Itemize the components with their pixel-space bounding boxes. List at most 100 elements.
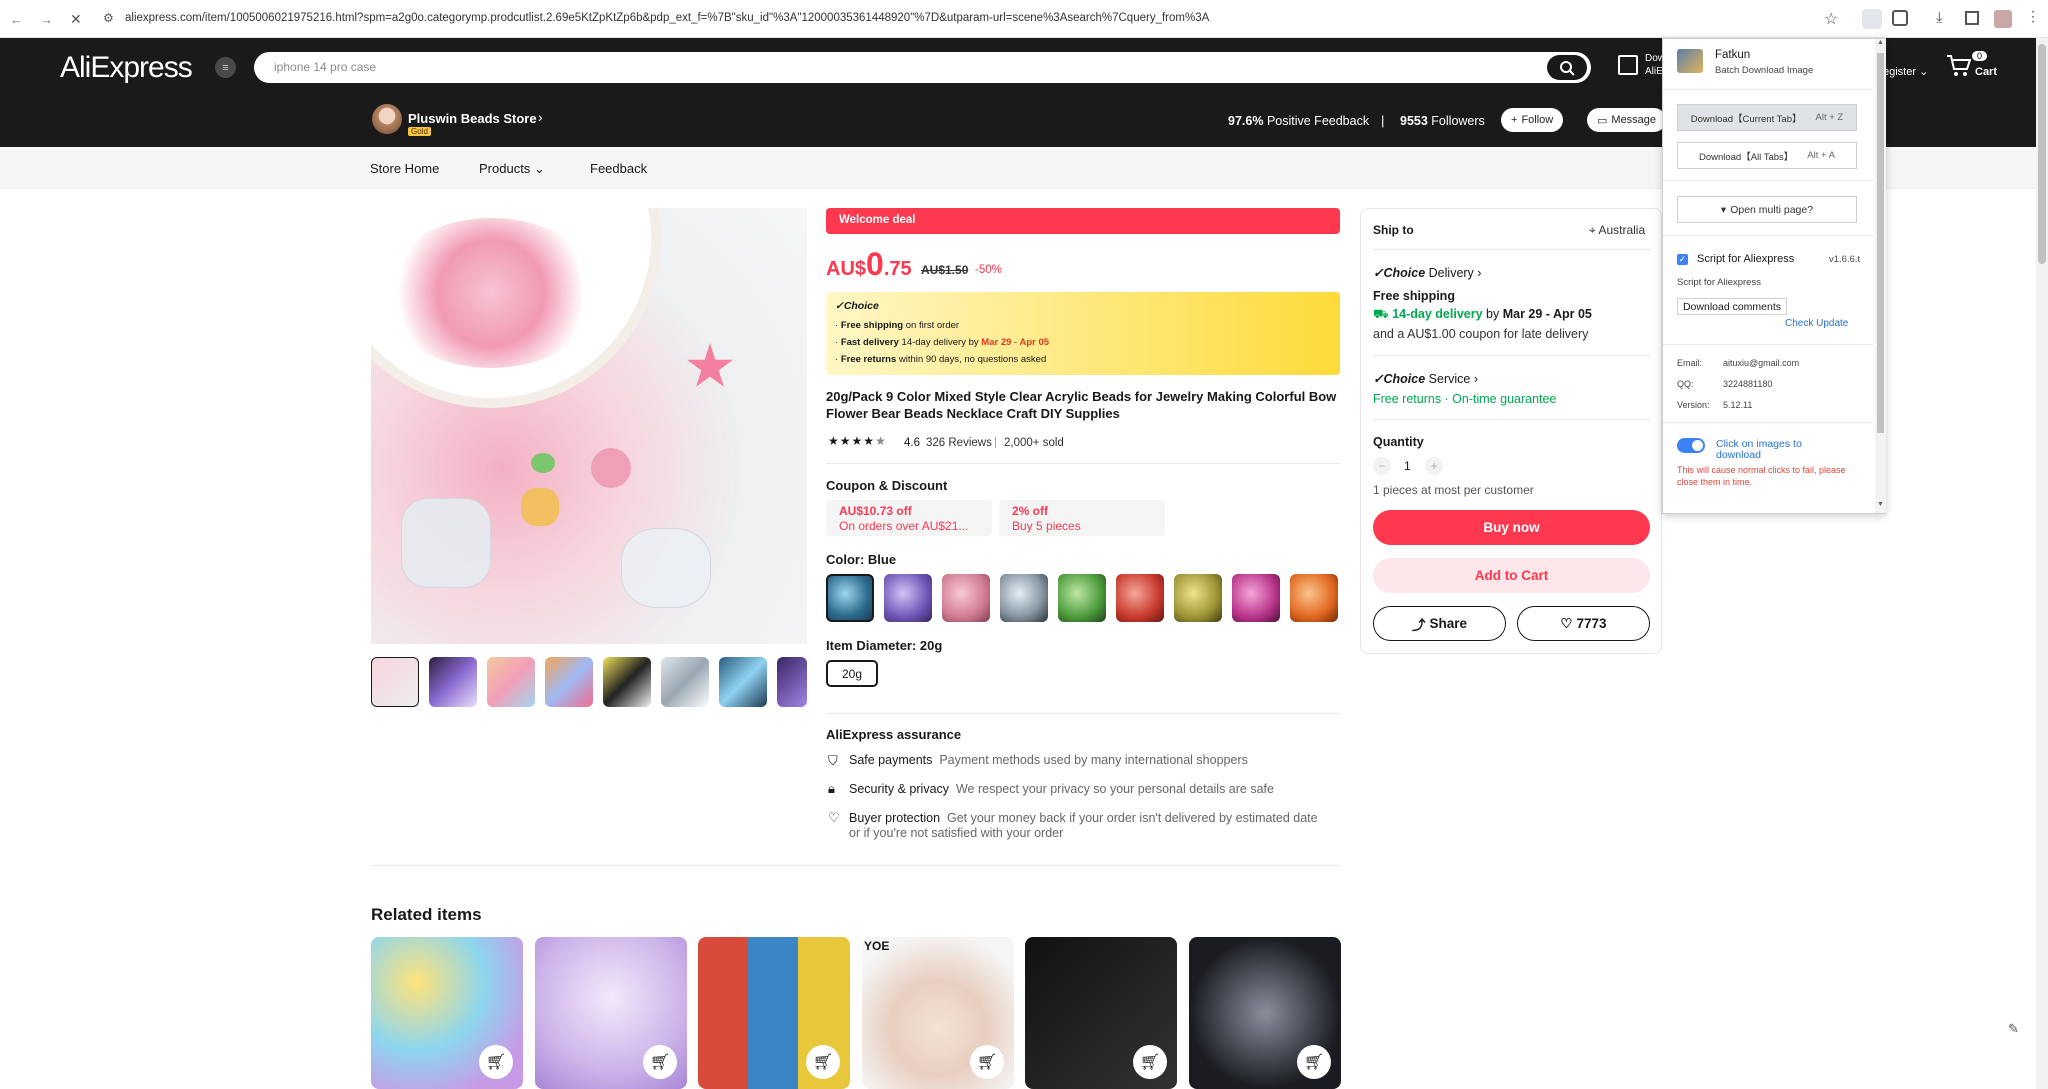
reviews-link[interactable]: 326 Reviews — [926, 437, 992, 449]
color-swatch-red[interactable] — [1116, 574, 1164, 622]
thumbnail-2[interactable] — [429, 657, 477, 707]
nav-store-home[interactable]: Store Home — [370, 161, 439, 176]
qr-code-icon[interactable] — [1618, 55, 1638, 75]
divider — [1373, 419, 1651, 420]
color-swatch-green[interactable] — [1058, 574, 1106, 622]
color-swatch-pink[interactable] — [942, 574, 990, 622]
scrollbar-thumb[interactable] — [2038, 44, 2046, 264]
nav-feedback[interactable]: Feedback — [590, 161, 647, 176]
add-to-cart-icon[interactable]: 🛒︎ — [806, 1045, 840, 1079]
back-icon[interactable]: ← — [10, 12, 23, 27]
aliexpress-logo[interactable]: AliExpress — [60, 51, 193, 85]
address-bar[interactable]: aliexpress.com/item/1005006021975216.htm… — [125, 12, 1825, 24]
diameter-option-20g[interactable]: 20g — [826, 660, 878, 687]
thumbnail-1[interactable] — [371, 657, 419, 707]
popup-scrollbar[interactable]: ▲ ▼ — [1875, 39, 1886, 513]
coupon-subtitle: Buy 5 pieces — [1012, 519, 1081, 533]
download-current-tab-button[interactable]: Download【Current Tab】 Alt + Z — [1677, 104, 1857, 131]
add-to-cart-button[interactable]: Add to Cart — [1373, 558, 1650, 593]
coupon-subtitle: On orders over AU$21... — [839, 519, 969, 533]
main-product-image[interactable] — [371, 208, 807, 644]
thumbnail-3[interactable] — [487, 657, 535, 707]
add-to-cart-icon[interactable]: 🛒︎ — [1133, 1045, 1167, 1079]
download-app-text2[interactable]: AliE — [1645, 66, 1663, 77]
email-value[interactable]: aituxiu@gmail.com — [1723, 358, 1799, 368]
choice-delivery-link[interactable]: ✓Choice Delivery › — [1373, 265, 1481, 280]
wishlist-button[interactable]: ♡ 7773 — [1517, 606, 1650, 641]
coupon-card-2[interactable]: 2% off Buy 5 pieces — [999, 500, 1165, 536]
extensions-icon[interactable] — [1892, 10, 1908, 26]
browser-menu-icon[interactable]: ⋮ — [2026, 8, 2040, 25]
related-item-4[interactable]: YOE 🛒︎ — [862, 937, 1014, 1089]
follow-button[interactable]: + Follow — [1501, 108, 1564, 132]
color-swatch-clear[interactable] — [1000, 574, 1048, 622]
store-name[interactable]: Pluswin Beads Store — [408, 111, 537, 126]
related-item-3[interactable]: 🛒︎ — [698, 937, 850, 1089]
ship-to-country[interactable]: ⌖ Australia — [1589, 223, 1645, 238]
fatkun-extension-popup: Fatkun Batch Download Image Download【Cur… — [1662, 38, 1886, 514]
search-input[interactable]: iphone 14 pro case — [254, 52, 1591, 83]
nav-products[interactable]: Products ⌄ — [479, 161, 545, 177]
downloads-icon[interactable]: ⤓ — [1936, 9, 1943, 26]
site-info-icon[interactable]: ⚙ — [103, 11, 114, 25]
thumbnail-5[interactable] — [603, 657, 651, 707]
click-to-download-toggle[interactable] — [1677, 438, 1705, 453]
bookmark-star-icon[interactable]: ☆ — [1824, 9, 1838, 29]
sidepanel-icon[interactable] — [1965, 11, 1979, 25]
open-multi-page-button[interactable]: ▾ Open multi page? — [1677, 196, 1857, 223]
quantity-stepper[interactable]: − 1 + — [1373, 457, 1443, 477]
related-item-6[interactable]: 🛒︎ — [1189, 937, 1341, 1089]
thumbnail-8[interactable] — [777, 657, 807, 707]
plus-button[interactable]: + — [1425, 457, 1443, 475]
add-to-cart-icon[interactable]: 🛒︎ — [1297, 1045, 1331, 1079]
chevron-right-icon[interactable]: › — [538, 109, 543, 125]
color-swatch-blue[interactable] — [826, 574, 874, 622]
profile-avatar[interactable] — [1994, 10, 2012, 28]
cart-label[interactable]: Cart — [1975, 66, 1997, 78]
check-update-link[interactable]: Check Update — [1785, 318, 1848, 329]
quantity-value[interactable]: 1 — [1404, 459, 1411, 473]
add-to-cart-icon[interactable]: 🛒︎ — [970, 1045, 1004, 1079]
reload-stop-icon[interactable]: ✕ — [70, 11, 82, 28]
related-item-1[interactable]: 🛒︎ — [371, 937, 523, 1089]
related-item-5[interactable]: 🛒︎ — [1025, 937, 1177, 1089]
sold-count: 2,000+ sold — [1004, 437, 1064, 449]
color-swatch-purple[interactable] — [884, 574, 932, 622]
cart-icon[interactable] — [1946, 53, 1972, 77]
related-item-2[interactable]: 🛒︎ — [535, 937, 687, 1089]
popup-scrollbar-thumb[interactable] — [1877, 53, 1884, 433]
choice-service-link[interactable]: ✓Choice Service › — [1373, 371, 1478, 386]
forward-icon[interactable]: → — [40, 12, 53, 27]
color-swatch-magenta[interactable] — [1232, 574, 1280, 622]
add-to-cart-icon[interactable]: 🛒︎ — [479, 1045, 513, 1079]
buy-now-button[interactable]: Buy now — [1373, 510, 1650, 545]
register-link[interactable]: egister ⌄ — [1883, 65, 1928, 78]
download-all-tabs-button[interactable]: Download【All Tabs】 Alt + A — [1677, 142, 1857, 169]
share-button[interactable]: ⤴ Share — [1373, 606, 1506, 641]
thumbnail-6[interactable] — [661, 657, 709, 707]
categories-menu-icon[interactable]: ≡ — [215, 57, 236, 78]
download-comments-button[interactable]: Download comments — [1677, 298, 1787, 315]
color-swatch-yellow[interactable] — [1174, 574, 1222, 622]
search-button[interactable] — [1547, 55, 1587, 80]
minus-button[interactable]: − — [1373, 457, 1391, 475]
star-icon: ★ — [863, 434, 875, 448]
store-avatar[interactable] — [372, 104, 402, 134]
script-checkbox[interactable]: ✓ — [1677, 254, 1688, 265]
qq-value: 3224881180 — [1723, 379, 1773, 389]
coupon-card-1[interactable]: AU$10.73 off On orders over AU$21... — [826, 500, 992, 536]
color-swatch-orange[interactable] — [1290, 574, 1338, 622]
page-scrollbar[interactable] — [2036, 38, 2048, 1089]
add-to-cart-icon[interactable]: 🛒︎ — [643, 1045, 677, 1079]
thumbnail-4[interactable] — [545, 657, 593, 707]
related-items-heading: Related items — [371, 905, 482, 924]
message-button[interactable]: ▭ Message — [1587, 108, 1667, 132]
star-rating[interactable]: ★ ★ ★ ★ ★ — [828, 434, 886, 448]
thumbnail-7[interactable] — [719, 657, 767, 707]
fatkun-extension-icon[interactable] — [1862, 9, 1882, 29]
browser-toolbar: ← → ✕ ⚙ aliexpress.com/item/100500602197… — [0, 0, 2048, 38]
edit-pen-icon[interactable]: ✎ — [2008, 1021, 2019, 1037]
welcome-deal-banner: Welcome deal — [826, 208, 1340, 234]
divider — [826, 713, 1340, 714]
heart-icon: ♡ — [1560, 615, 1573, 631]
